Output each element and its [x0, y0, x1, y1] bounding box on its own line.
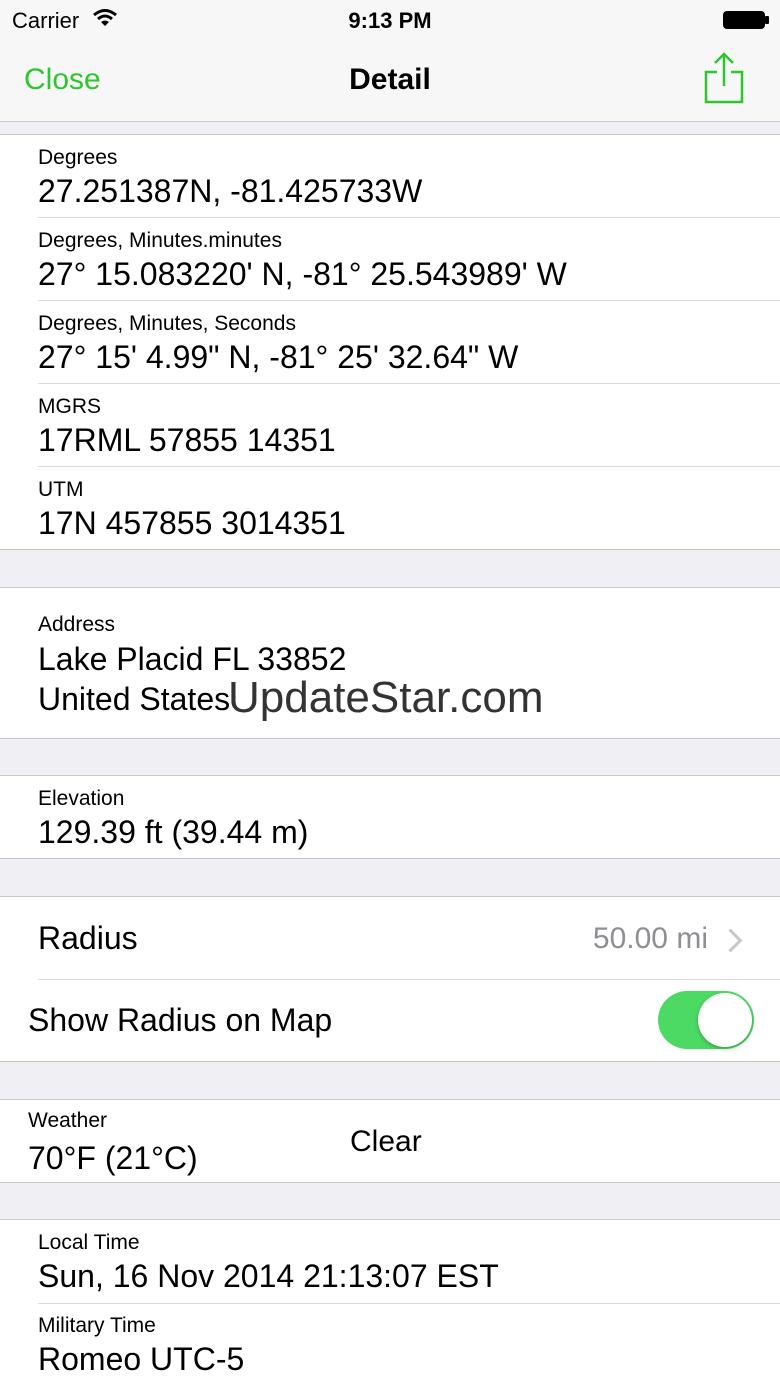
- elevation-label: Elevation: [38, 787, 125, 810]
- coordinate-value[interactable]: 27° 15' 4.99" N, -81° 25' 32.64" W: [38, 338, 518, 376]
- radius-section: Radius 50.00 mi Show Radius on Map: [0, 896, 780, 1062]
- show-radius-label: Show Radius on Map: [28, 1002, 333, 1038]
- navigation-bar: Carrier 9:13 PM Close Detail: [0, 0, 780, 122]
- coordinate-label: Degrees, Minutes.minutes: [38, 229, 282, 252]
- row-divider: [38, 217, 780, 218]
- coordinate-label: Degrees: [38, 146, 118, 169]
- time-label: Local Time: [38, 1231, 140, 1254]
- row-divider: [38, 1303, 780, 1304]
- elevation-value[interactable]: 129.39 ft (39.44 m): [38, 813, 308, 851]
- elevation-section: Elevation 129.39 ft (39.44 m): [0, 775, 780, 859]
- coordinate-value[interactable]: 17RML 57855 14351: [38, 421, 336, 459]
- coordinates-section: Degrees 27.251387N, -81.425733W Degrees,…: [0, 134, 780, 550]
- row-divider: [38, 383, 780, 384]
- radius-row[interactable]: Radius 50.00 mi: [0, 897, 780, 979]
- toggle-knob: [698, 993, 752, 1047]
- time-section: Local Time Sun, 16 Nov 2014 21:13:07 EST…: [0, 1219, 780, 1387]
- radius-value: 50.00 mi: [592, 922, 708, 955]
- local-time-value[interactable]: Sun, 16 Nov 2014 21:13:07 EST: [38, 1257, 499, 1295]
- share-icon[interactable]: [704, 52, 744, 104]
- watermark: UpdateStar.com: [228, 673, 544, 722]
- coordinate-label: MGRS: [38, 395, 101, 418]
- row-divider: [38, 300, 780, 301]
- battery-icon: [722, 10, 769, 30]
- address-label: Address: [38, 613, 116, 636]
- coordinate-label: Degrees, Minutes, Seconds: [38, 312, 296, 335]
- row-divider: [38, 466, 780, 467]
- show-radius-row: Show Radius on Map: [0, 980, 780, 1062]
- coordinate-value[interactable]: 17N 457855 3014351: [38, 504, 346, 542]
- coordinate-label: UTM: [38, 478, 84, 501]
- time-label: Military Time: [38, 1314, 156, 1337]
- chevron-right-icon: [718, 928, 743, 953]
- weather-condition: Clear: [350, 1125, 422, 1158]
- radius-label: Radius: [38, 920, 138, 956]
- show-radius-toggle[interactable]: [658, 991, 754, 1049]
- nav-divider: [0, 121, 780, 122]
- weather-section: Weather 70°F (21°C) Clear: [0, 1099, 780, 1183]
- coordinate-value[interactable]: 27° 15.083220' N, -81° 25.543989' W: [38, 255, 567, 293]
- page-title: Detail: [349, 63, 431, 96]
- military-time-value[interactable]: Romeo UTC-5: [38, 1340, 244, 1378]
- weather-label: Weather: [28, 1109, 107, 1132]
- address-line-2[interactable]: United States: [38, 680, 230, 718]
- weather-temperature: 70°F (21°C): [28, 1140, 198, 1176]
- coordinate-value[interactable]: 27.251387N, -81.425733W: [38, 172, 422, 210]
- status-time: 9:13 PM: [348, 8, 432, 33]
